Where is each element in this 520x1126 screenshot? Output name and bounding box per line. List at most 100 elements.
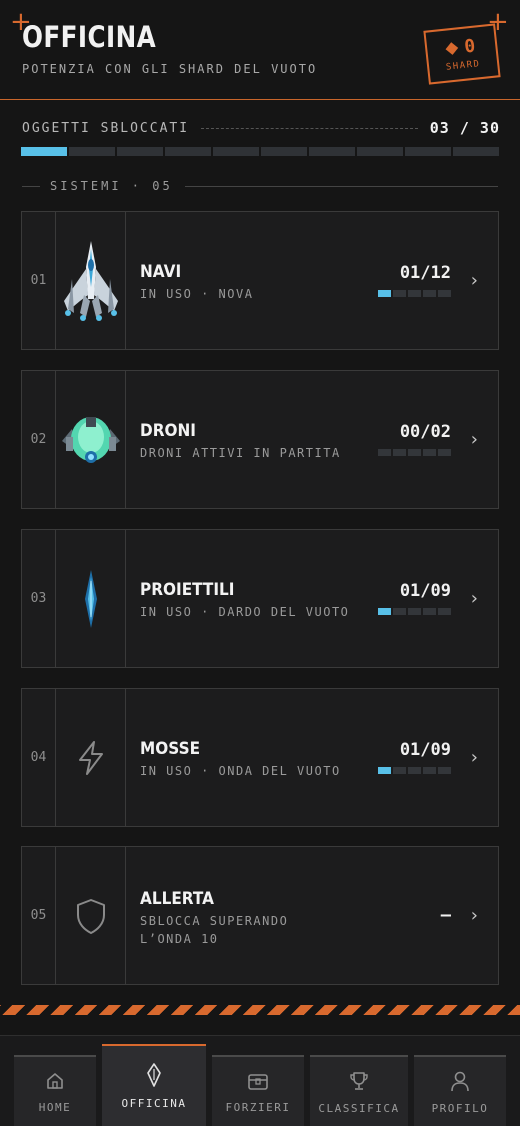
unlocked-label: OGGETTI SBLOCCATI — [22, 120, 190, 136]
section-label: SISTEMI · 05 — [50, 179, 173, 193]
level-block — [378, 449, 391, 456]
nav-tab-classifica[interactable]: CLASSIFICA — [310, 1055, 408, 1126]
level-block — [408, 449, 421, 456]
card-count: 00/02 — [399, 422, 451, 442]
card-index: 05 — [22, 847, 56, 984]
level-block — [378, 290, 391, 297]
system-card-allerta[interactable]: 05 ALLERTA SBLOCCA SUPERANDO L’ONDA 10 –… — [21, 846, 499, 985]
chevron-right-icon: › — [470, 270, 478, 291]
card-level-bar — [378, 290, 451, 297]
card-title: PROIETTILI — [140, 580, 235, 600]
unlocked-count: 03 / 30 — [429, 119, 500, 137]
projectile-image — [56, 530, 126, 667]
nav-tab-officina[interactable]: OFFICINA — [102, 1044, 206, 1126]
nav-label: FORZIERI — [225, 1100, 291, 1114]
card-index: 03 — [22, 530, 56, 667]
system-card-proiettili[interactable]: 03 PROIETTILI IN USO · DARDO DEL VUOTO 0… — [21, 529, 499, 668]
nav-tab-home[interactable]: HOME — [14, 1055, 96, 1126]
system-card-mosse[interactable]: 04 MOSSE IN USO · ONDA DEL VUOTO 01/09 › — [21, 688, 499, 827]
unlocked-progress-bar — [21, 147, 499, 156]
progress-segment — [69, 147, 115, 156]
level-block — [408, 608, 421, 615]
home-icon — [47, 1072, 63, 1089]
level-block — [438, 449, 451, 456]
bottom-nav: HOME OFFICINA FORZIERI CLASSIFICA PROFIL… — [0, 1035, 520, 1126]
trophy-icon — [350, 1071, 368, 1090]
chevron-right-icon: › — [470, 588, 478, 609]
level-block — [438, 608, 451, 615]
section-heading: SISTEMI · 05 — [22, 178, 498, 194]
level-block — [393, 449, 406, 456]
shard-balance-badge: 0 SHARD — [423, 23, 501, 85]
card-index: 01 — [22, 212, 56, 349]
level-block — [393, 767, 406, 774]
shard-diamond-icon — [445, 42, 459, 55]
progress-segment — [309, 147, 355, 156]
card-subtitle-line2: L’ONDA 10 — [140, 932, 219, 946]
divider-line — [22, 185, 40, 187]
level-block — [438, 767, 451, 774]
card-subtitle: DRONI ATTIVI IN PARTITA — [140, 446, 341, 460]
progress-segment — [165, 147, 211, 156]
chevron-right-icon: › — [470, 747, 478, 768]
unlocked-progress-row: OGGETTI SBLOCCATI 03 / 30 — [22, 118, 500, 138]
header: + + OFFICINA POTENZIA CON GLI SHARD DEL … — [0, 0, 520, 100]
progress-segment — [357, 147, 403, 156]
nav-label: HOME — [38, 1100, 72, 1114]
card-subtitle: IN USO · NOVA — [140, 287, 254, 301]
crystal-icon — [147, 1063, 161, 1087]
level-block — [423, 608, 436, 615]
card-count: 01/09 — [399, 740, 451, 760]
divider-line — [184, 185, 498, 187]
level-block — [393, 290, 406, 297]
level-block — [423, 290, 436, 297]
card-level-bar — [378, 767, 451, 774]
progress-segment — [405, 147, 451, 156]
card-level-bar — [378, 608, 451, 615]
level-block — [408, 290, 421, 297]
page-title: OFFICINA — [22, 20, 157, 54]
shard-count: 0 — [463, 35, 477, 58]
card-title: MOSSE — [140, 739, 201, 759]
card-title: ALLERTA — [140, 889, 214, 909]
level-block — [438, 290, 451, 297]
level-block — [393, 608, 406, 615]
nav-label: CLASSIFICA — [318, 1101, 400, 1115]
card-level-bar — [378, 449, 451, 456]
drone-image — [56, 371, 126, 508]
lightning-icon — [56, 689, 126, 826]
progress-segment — [261, 147, 307, 156]
level-block — [378, 608, 391, 615]
level-block — [423, 767, 436, 774]
progress-segment — [213, 147, 259, 156]
level-block — [423, 449, 436, 456]
ship-image — [56, 212, 126, 349]
dashed-divider — [201, 127, 418, 129]
card-index: 04 — [22, 689, 56, 826]
card-subtitle: IN USO · ONDA DEL VUOTO — [140, 764, 341, 778]
card-title: DRONI — [140, 421, 196, 441]
chevron-right-icon: › — [470, 429, 478, 450]
card-subtitle-line1: SBLOCCA SUPERANDO — [140, 914, 289, 928]
user-icon — [451, 1071, 469, 1091]
nav-tab-forzieri[interactable]: FORZIERI — [212, 1055, 304, 1126]
card-count: – — [440, 905, 451, 925]
progress-segment — [453, 147, 499, 156]
chest-icon — [248, 1073, 268, 1090]
level-block — [408, 767, 421, 774]
shard-label: SHARD — [445, 59, 481, 73]
nav-tab-profilo[interactable]: PROFILO — [414, 1055, 506, 1126]
card-index: 02 — [22, 371, 56, 508]
chevron-right-icon: › — [470, 905, 478, 926]
level-block — [378, 767, 391, 774]
card-count: 01/12 — [399, 263, 451, 283]
shield-icon — [56, 847, 126, 984]
nav-label: PROFILO — [431, 1101, 489, 1115]
card-count: 01/09 — [399, 581, 451, 601]
nav-label: OFFICINA — [121, 1097, 187, 1110]
card-subtitle: IN USO · DARDO DEL VUOTO — [140, 605, 350, 619]
card-title: NAVI — [140, 262, 182, 282]
system-card-droni[interactable]: 02 DRONI DRONI ATTIVI IN PARTITA 00/02 › — [21, 370, 499, 509]
progress-segment — [21, 147, 67, 156]
system-card-navi[interactable]: 01 NAVI IN USO · NOVA 01/12 › — [21, 211, 499, 350]
